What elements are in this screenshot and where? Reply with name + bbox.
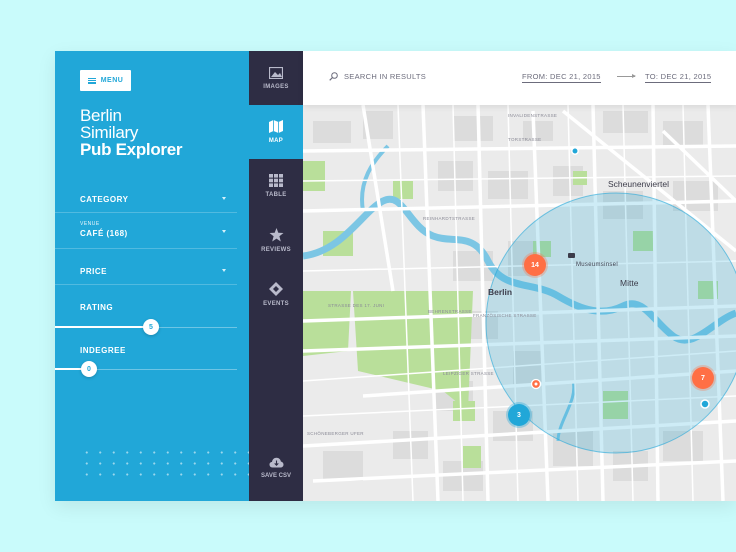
street-label: LEIPZIGER STRASSE [443, 371, 494, 376]
divider [55, 212, 237, 213]
map-icon [269, 120, 283, 133]
app-title: Berlin Similary Pub Explorer [80, 106, 183, 159]
cloud-download-icon [269, 457, 283, 468]
indegree-slider-handle[interactable]: 0 [81, 361, 97, 377]
street-label: SCHÖNEBERGER UFER [307, 431, 364, 436]
map-label-scheunenviertel: Scheunenviertel [608, 179, 669, 189]
search-input[interactable]: SEARCH IN RESULTS [329, 72, 426, 81]
category-filter[interactable]: CATEGORY [80, 195, 240, 204]
title-line-3: Pub Explorer [80, 140, 183, 159]
hamburger-icon [87, 77, 96, 84]
venue-label: VENUE [80, 221, 100, 227]
street-label: FRANZÖSISCHE STRASSE [473, 313, 537, 318]
tab-events-label: EVENTS [263, 300, 289, 307]
venue-filter[interactable]: VENUE CAFÉ (168) [80, 221, 240, 238]
price-filter[interactable]: PRICE [80, 267, 240, 276]
date-from-picker[interactable]: FROM: DEC 21, 2015 [522, 72, 601, 83]
street-label: TORSTRASSE [508, 137, 542, 142]
rating-label: RATING [80, 303, 114, 312]
indegree-label: INDEGREE [80, 346, 126, 355]
map-cluster-marker[interactable]: 7 [692, 367, 714, 389]
street-label: REINHARDTSTRASSE [423, 216, 476, 221]
rating-slider-handle[interactable]: 5 [143, 319, 159, 335]
save-csv-button[interactable]: SAVE CSV [249, 457, 303, 479]
search-icon [329, 72, 338, 81]
map-cluster-marker[interactable]: 14 [524, 254, 546, 276]
tab-map[interactable]: MAP [249, 105, 303, 159]
menu-button[interactable]: MENU [80, 70, 131, 91]
street-label: INVALIDENSTRASSE [508, 113, 558, 118]
star-icon [269, 227, 283, 241]
map-label-berlin: Berlin [488, 287, 513, 297]
rating-slider[interactable]: 5 [55, 319, 237, 335]
title-line-2: Similary [80, 123, 139, 142]
tab-reviews-label: REVIEWS [261, 246, 291, 253]
image-icon [269, 66, 283, 79]
menu-label: MENU [100, 77, 124, 84]
venue-value: CAFÉ (168) [80, 229, 128, 238]
app-window: MENU Berlin Similary Pub Explorer CATEGO… [55, 51, 736, 501]
price-label: PRICE [80, 267, 107, 276]
tab-table[interactable]: TABLE [249, 159, 303, 213]
filter-panel: MENU Berlin Similary Pub Explorer CATEGO… [55, 51, 250, 501]
tab-reviews[interactable]: REVIEWS [249, 213, 303, 267]
title-line-1: Berlin [80, 106, 122, 125]
chevron-down-icon [222, 269, 226, 272]
tab-images[interactable]: IMAGES [249, 51, 303, 105]
tab-events[interactable]: EVENTS [249, 267, 303, 321]
map-label-museumsinsel: Museumsinsel [576, 262, 618, 268]
view-toolbar: IMAGES MAP TABLE REVIEWS EVENTS SAVE CSV [249, 51, 303, 501]
map-canvas [303, 51, 736, 501]
save-csv-label: SAVE CSV [261, 473, 291, 479]
indegree-slider[interactable]: 0 [55, 361, 237, 377]
street-label: BEHRENSTRASSE [428, 309, 472, 314]
search-placeholder: SEARCH IN RESULTS [344, 72, 427, 81]
divider [55, 248, 237, 249]
map-label-mitte: Mitte [620, 278, 639, 288]
ticket-icon [269, 281, 283, 296]
date-to-picker[interactable]: TO: DEC 21, 2015 [645, 72, 712, 83]
tab-table-label: TABLE [265, 192, 287, 198]
map-view[interactable]: TORSTRASSE INVALIDENSTRASSE REINHARDTSTR… [303, 51, 736, 501]
chevron-down-icon [222, 197, 226, 200]
divider [55, 284, 237, 285]
chevron-down-icon [222, 230, 226, 233]
table-icon [269, 174, 283, 187]
tab-map-label: MAP [268, 138, 284, 144]
rating-slider-fill [55, 326, 151, 328]
category-label: CATEGORY [80, 195, 129, 204]
street-label: STRASSE DES 17. JUNI [328, 303, 385, 308]
decorative-dots [80, 447, 250, 483]
arrow-right-icon [617, 74, 636, 78]
map-toolbar: SEARCH IN RESULTS FROM: DEC 21, 2015 TO:… [303, 51, 736, 105]
map-cluster-marker[interactable]: 3 [508, 404, 530, 426]
tab-images-label: IMAGES [263, 83, 289, 90]
